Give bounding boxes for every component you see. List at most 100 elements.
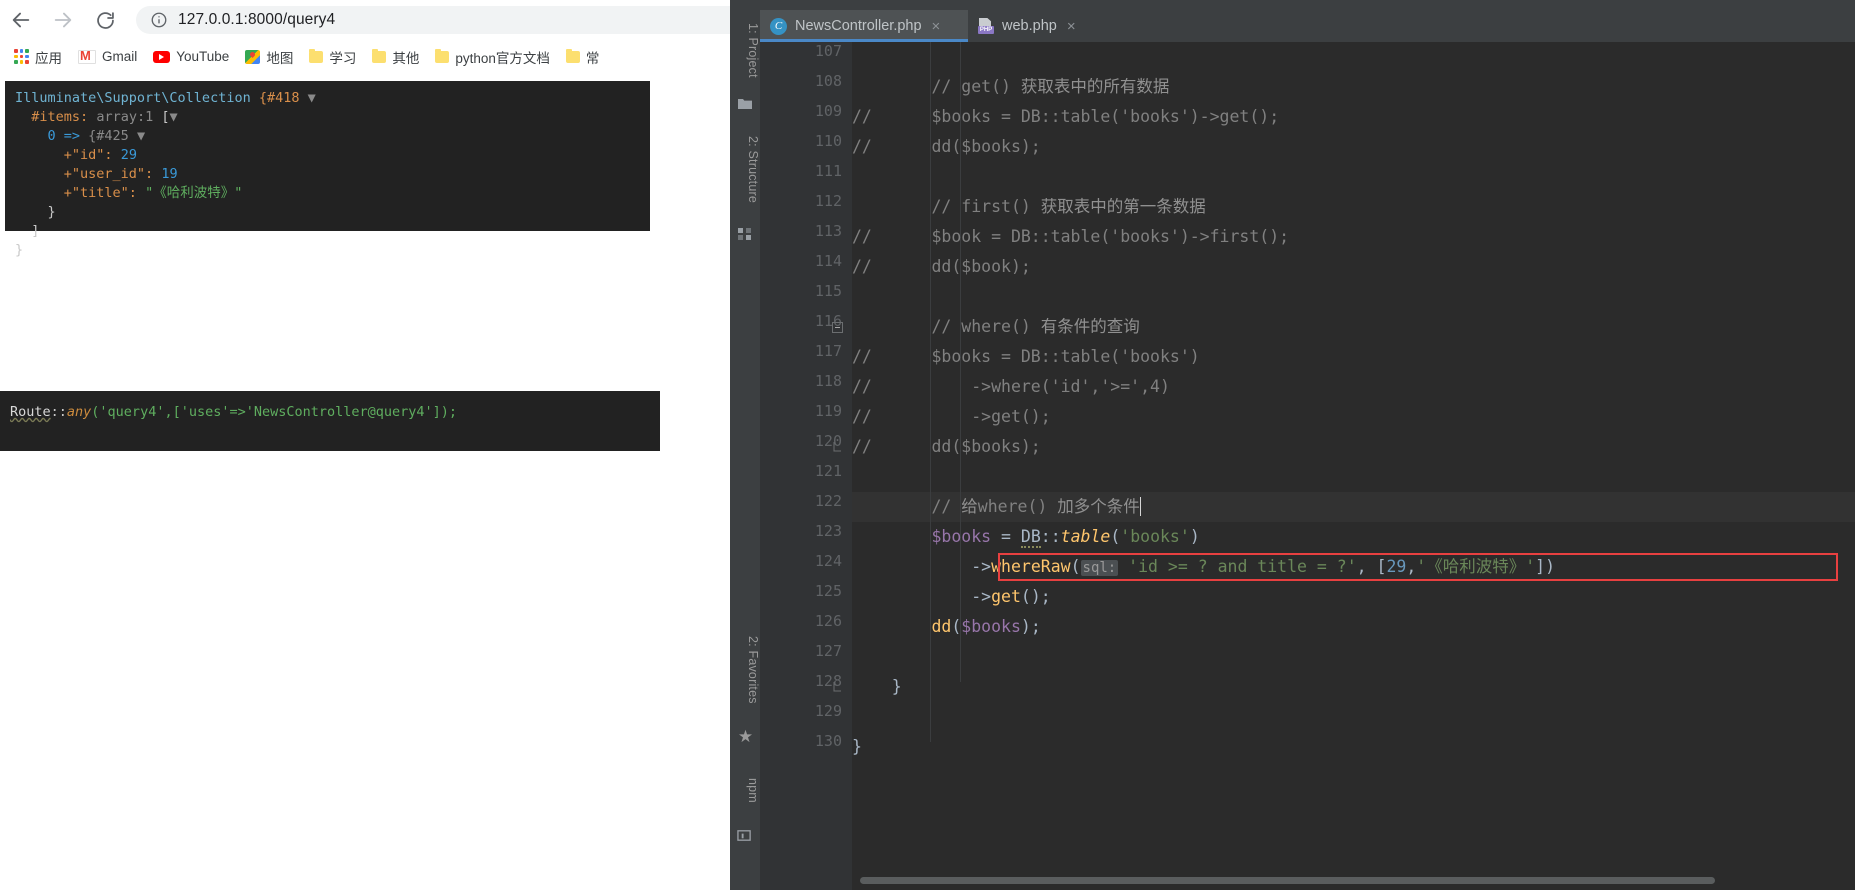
code-line[interactable]: // dd($book);	[852, 252, 1031, 282]
code-fold-marker[interactable]	[832, 320, 843, 333]
code-line[interactable]: // $books = DB::table('books')	[852, 342, 1200, 372]
dump-close-bracket: ]	[31, 223, 40, 239]
page-content: Illuminate\Support\Collection {#418 ▼ #i…	[0, 73, 770, 890]
code-line[interactable]: // ->where('id','>=',4)	[852, 372, 1170, 402]
structure-icon	[737, 226, 753, 242]
dump-prop-value: 19	[161, 166, 178, 182]
bookmark-label: python官方文档	[455, 50, 550, 66]
forward-icon[interactable]	[42, 0, 84, 40]
bookmarks-bar: 应用 Gmail YouTube 地图 学习 其他	[0, 40, 770, 73]
code-fold-marker[interactable]	[832, 440, 843, 452]
error-highlight-box	[998, 553, 1838, 581]
code-line[interactable]: // ->get();	[852, 402, 1051, 432]
line-number: 124	[814, 552, 842, 570]
code-fold-marker[interactable]	[832, 680, 843, 692]
chrome-browser-window: 127.0.0.1:8000/query4 应用 Gmail YouTube	[0, 0, 770, 890]
dump-items-key: #items:	[31, 109, 89, 125]
address-bar[interactable]: 127.0.0.1:8000/query4	[136, 6, 770, 34]
bookmark-apps[interactable]: 应用	[6, 44, 70, 70]
line-number: 121	[814, 462, 842, 480]
bookmark-youtube[interactable]: YouTube	[145, 44, 237, 70]
route-method: any	[66, 404, 92, 420]
tool-window-npm[interactable]: npm	[730, 760, 760, 820]
page-info-icon[interactable]	[150, 11, 168, 29]
dump-index: 0 =>	[47, 128, 81, 144]
bookmark-folder-study[interactable]: 学习	[301, 44, 364, 70]
code-line[interactable]: // where() 有条件的查询	[852, 312, 1139, 342]
code-line[interactable]: // $book = DB::table('books')->first();	[852, 222, 1289, 252]
dump-object-id: {#425	[88, 128, 129, 144]
php-file-icon: PHP	[978, 18, 994, 34]
url-text: 127.0.0.1:8000/query4	[178, 11, 336, 28]
line-number: 108	[814, 72, 842, 90]
line-number: 126	[814, 612, 842, 630]
dump-output-collection: Illuminate\Support\Collection {#418 ▼ #i…	[5, 81, 650, 258]
bookmark-folder-chang[interactable]: 常	[558, 44, 608, 70]
code-line[interactable]: // dd($books);	[852, 132, 1041, 162]
close-icon[interactable]: ×	[1067, 19, 1076, 34]
line-number: 112	[814, 192, 842, 210]
maps-icon	[245, 49, 261, 64]
line-number: 115	[814, 282, 842, 300]
line-number: 129	[814, 702, 842, 720]
line-number: 130	[814, 732, 842, 750]
reload-icon[interactable]	[84, 0, 126, 40]
tool-window-structure[interactable]: 2: Structure	[730, 120, 760, 220]
dump-prop-key: +"id":	[63, 147, 113, 163]
collapse-triangle-icon[interactable]: ▼	[170, 109, 178, 125]
line-number: 111	[814, 162, 842, 180]
code-line[interactable]: // get() 获取表中的所有数据	[852, 72, 1169, 102]
bookmark-maps[interactable]: 地图	[237, 44, 301, 70]
dump-prop-key: +"title":	[63, 185, 137, 201]
youtube-icon	[153, 50, 171, 63]
code-line[interactable]: ->get();	[852, 582, 1051, 612]
dump-object-id: {#418	[258, 90, 300, 106]
line-number-gutter: 107 108 109 110 111 112 113 114 115 116 117 118 119 1…	[760, 42, 852, 890]
bookmark-label: 应用	[35, 50, 62, 66]
gmail-icon	[78, 49, 96, 64]
bookmark-gmail[interactable]: Gmail	[70, 44, 145, 70]
back-icon[interactable]	[0, 0, 42, 40]
tab-web-php[interactable]: PHP web.php ×	[968, 10, 1108, 42]
code-line[interactable]: // 给where() 加多个条件	[852, 492, 1142, 522]
ide-top-strip	[730, 0, 1855, 10]
code-line[interactable]: $books = DB::table('books')	[852, 522, 1200, 552]
bookmark-label: 学习	[329, 50, 357, 66]
horizontal-scrollbar[interactable]	[860, 877, 1715, 884]
bookmark-label: 地图	[266, 50, 294, 66]
code-line[interactable]: }	[852, 732, 862, 762]
code-line[interactable]: // $books = DB::table('books')->get();	[852, 102, 1279, 132]
apps-grid-icon	[14, 49, 29, 64]
code-line[interactable]: // dd($books);	[852, 432, 1041, 462]
route-separator: ::	[50, 404, 67, 420]
dump-items-type: array:1	[96, 109, 154, 125]
dump-class-name: Illuminate\Support\Collection	[15, 90, 251, 106]
tool-window-favorites[interactable]: 2: Favorites	[730, 620, 760, 720]
bookmark-folder-python-docs[interactable]: python官方文档	[427, 44, 558, 70]
browser-toolbar: 127.0.0.1:8000/query4	[0, 0, 770, 40]
route-args: ('query4',['uses'=>'NewsController@query…	[91, 404, 458, 420]
line-number: 127	[814, 642, 842, 660]
code-text-area[interactable]: // get() 获取表中的所有数据// $books = DB::table(…	[852, 42, 1855, 890]
dump-prop-value: 29	[120, 147, 137, 163]
collapse-triangle-icon[interactable]: ▼	[308, 90, 316, 106]
line-number: 107	[814, 42, 842, 60]
phpstorm-window: 1: Project 2: Structure 2: Favorites ★ n…	[730, 0, 1855, 890]
dump-prop-key: +"user_id":	[63, 166, 154, 182]
tab-label: web.php	[1002, 18, 1057, 34]
tool-window-bar: 1: Project 2: Structure 2: Favorites ★ n…	[730, 0, 760, 890]
bookmark-folder-other[interactable]: 其他	[364, 44, 427, 70]
code-line[interactable]: // first() 获取表中的第一条数据	[852, 192, 1205, 222]
code-line[interactable]: }	[852, 672, 902, 702]
code-line[interactable]: dd($books);	[852, 612, 1040, 642]
code-editor[interactable]: 107 108 109 110 111 112 113 114 115 116 117 118 119 1…	[760, 42, 1855, 890]
npm-icon	[737, 828, 753, 844]
tool-window-project[interactable]: 1: Project	[730, 10, 760, 90]
line-number: 113	[814, 222, 842, 240]
bookmark-label: YouTube	[176, 49, 230, 64]
folder-icon	[372, 48, 387, 63]
close-icon[interactable]: ×	[932, 19, 941, 34]
collapse-triangle-icon[interactable]: ▼	[137, 128, 145, 144]
tab-newscontroller-php[interactable]: C NewsController.php ×	[760, 10, 968, 42]
line-number: 123	[814, 522, 842, 540]
